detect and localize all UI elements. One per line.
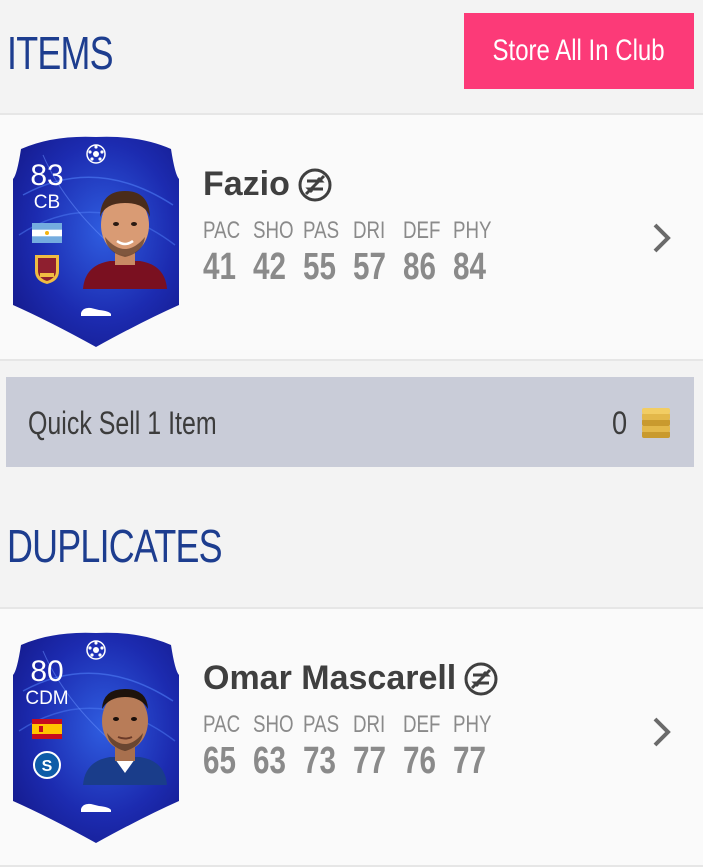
stat-value: 77 bbox=[453, 740, 486, 782]
player-stats: PAC 65 SHO 63 PAS 73 DRI 77 DEF 76 PHY 77 bbox=[203, 710, 503, 782]
stat-sho: SHO 42 bbox=[253, 216, 303, 288]
as-roma-badge-icon bbox=[33, 253, 61, 285]
champions-league-icon bbox=[85, 639, 107, 661]
stat-label: DEF bbox=[403, 217, 441, 244]
stat-value: 77 bbox=[353, 740, 386, 782]
stat-dri: DRI 77 bbox=[353, 710, 403, 782]
card-rating: 83 bbox=[30, 159, 64, 192]
stat-pas: PAS 73 bbox=[303, 710, 353, 782]
chevron-right-icon[interactable] bbox=[650, 221, 674, 255]
duplicates-header: DUPLICATES bbox=[0, 505, 703, 605]
stat-phy: PHY 77 bbox=[453, 710, 503, 782]
stat-value: 86 bbox=[403, 246, 436, 288]
stat-value: 41 bbox=[203, 246, 236, 288]
store-all-in-club-button[interactable]: Store All In Club bbox=[464, 13, 694, 89]
duplicates-title: DUPLICATES bbox=[7, 520, 223, 572]
quick-sell-button[interactable]: Quick Sell 1 Item 0 bbox=[6, 377, 694, 467]
schalke-04-badge-icon: S bbox=[33, 749, 61, 781]
svg-text:S: S bbox=[42, 758, 53, 775]
stat-value: 42 bbox=[253, 246, 286, 288]
store-all-in-club-label: Store All In Club bbox=[492, 34, 666, 67]
stat-def: DEF 86 bbox=[403, 216, 453, 288]
stat-value: 63 bbox=[253, 740, 286, 782]
stat-phy: PHY 84 bbox=[453, 216, 503, 288]
stat-label: SHO bbox=[253, 711, 294, 738]
player-stats: PAC 41 SHO 42 PAS 55 DRI 57 DEF 86 PHY 84 bbox=[203, 216, 503, 288]
stat-value: 73 bbox=[303, 740, 336, 782]
champions-league-icon bbox=[85, 143, 107, 165]
stat-pac: PAC 65 bbox=[203, 710, 253, 782]
stat-label: PAC bbox=[203, 217, 241, 244]
player-portrait bbox=[75, 673, 175, 785]
stat-label: DEF bbox=[403, 711, 441, 738]
card-rating: 80 bbox=[30, 655, 64, 688]
stat-label: SHO bbox=[253, 217, 294, 244]
item-row-omar-mascarell[interactable]: 80 CDM S Omar Mascarell PAC 65 SHO 63 PA… bbox=[0, 607, 703, 867]
quick-sell-label: Quick Sell 1 Item bbox=[28, 405, 217, 441]
quick-sell-value: 0 bbox=[612, 405, 628, 441]
stat-pas: PAS 55 bbox=[303, 216, 353, 288]
untradeable-icon bbox=[464, 662, 498, 695]
stat-pac: PAC 41 bbox=[203, 216, 253, 288]
stat-dri: DRI 57 bbox=[353, 216, 403, 288]
stat-label: PHY bbox=[453, 217, 492, 244]
untradeable-icon bbox=[298, 168, 332, 201]
stat-label: PAS bbox=[303, 711, 340, 738]
stat-label: DRI bbox=[353, 711, 386, 738]
player-card: 83 CB bbox=[13, 135, 179, 347]
player-name: Omar Mascarell bbox=[203, 659, 498, 698]
coins-icon bbox=[638, 407, 674, 441]
stat-label: PAS bbox=[303, 217, 340, 244]
stat-label: PHY bbox=[453, 711, 492, 738]
player-name: Fazio bbox=[203, 165, 332, 204]
player-name-text: Fazio bbox=[203, 165, 290, 203]
items-title: ITEMS bbox=[7, 27, 114, 79]
stat-sho: SHO 63 bbox=[253, 710, 303, 782]
stat-value: 76 bbox=[403, 740, 436, 782]
player-name-text: Omar Mascarell bbox=[203, 659, 457, 697]
stat-def: DEF 76 bbox=[403, 710, 453, 782]
chevron-right-icon[interactable] bbox=[650, 715, 674, 749]
argentina-flag-icon bbox=[32, 223, 62, 243]
player-portrait bbox=[75, 177, 175, 289]
card-position: CB bbox=[33, 192, 61, 213]
stat-label: PAC bbox=[203, 711, 241, 738]
stat-value: 55 bbox=[303, 246, 336, 288]
spain-flag-icon bbox=[32, 719, 62, 739]
player-card: 80 CDM S bbox=[13, 631, 179, 843]
stat-label: DRI bbox=[353, 217, 386, 244]
boot-icon bbox=[79, 799, 113, 815]
stat-value: 65 bbox=[203, 740, 236, 782]
stat-value: 57 bbox=[353, 246, 386, 288]
stat-value: 84 bbox=[453, 246, 486, 288]
boot-icon bbox=[79, 303, 113, 319]
items-header: ITEMS Store All In Club bbox=[0, 0, 703, 112]
item-row-fazio[interactable]: 83 CB Fazio PAC 41 SHO 42 PAS 55 DRI 57 … bbox=[0, 113, 703, 361]
card-position: CDM bbox=[25, 688, 69, 709]
